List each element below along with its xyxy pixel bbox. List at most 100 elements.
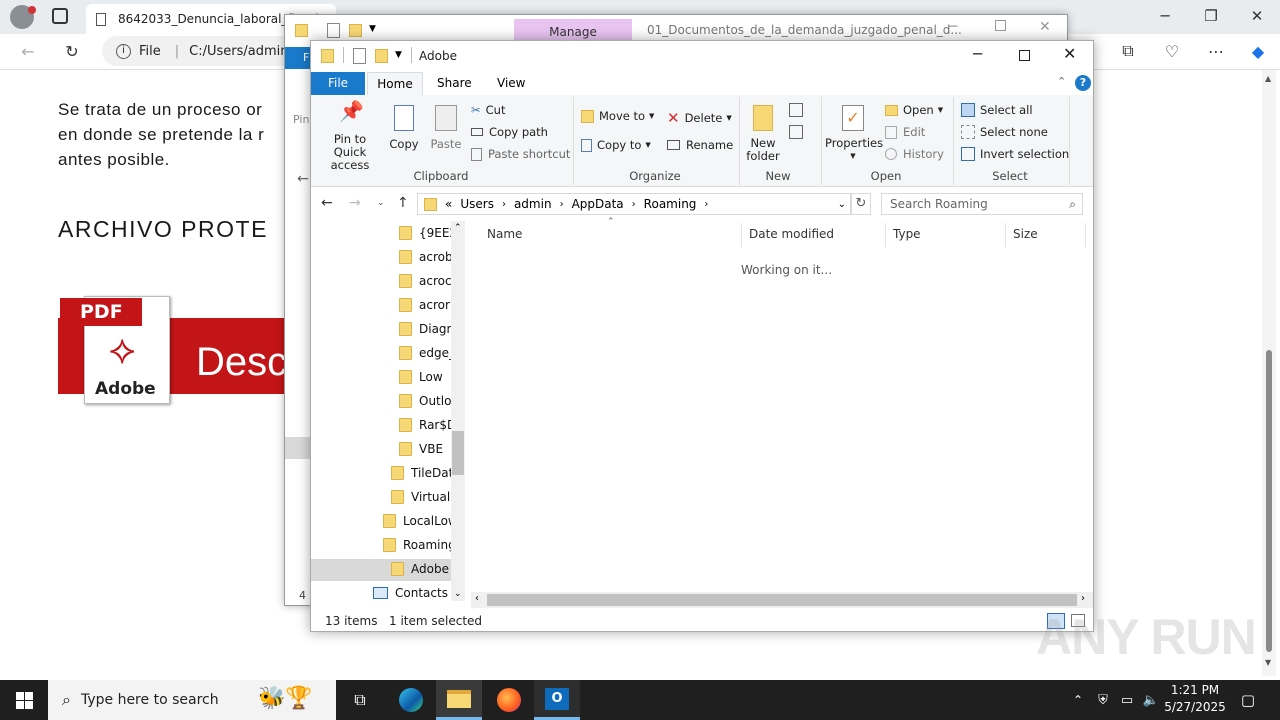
hscroll-right-icon[interactable]: ›	[1081, 593, 1085, 604]
navigation-pane[interactable]: {9EE2 acrob acroc acror Diagn edge_ Low …	[311, 221, 467, 611]
cut-button[interactable]: ✂ Cut	[471, 103, 505, 117]
back-newfolder-icon[interactable]	[349, 24, 362, 37]
start-button[interactable]	[0, 680, 48, 720]
tree-item-selected[interactable]: Adobe	[391, 557, 451, 581]
scroll-up-icon[interactable]: ▲	[1265, 74, 1271, 83]
nav-forward-icon[interactable]: →	[349, 195, 361, 211]
browser-close-icon[interactable]: ✕	[1234, 0, 1280, 32]
tree-item[interactable]: acror	[399, 293, 451, 317]
help-icon[interactable]: ?	[1075, 75, 1091, 91]
tree-item[interactable]: VBE	[399, 437, 451, 461]
back-close-icon[interactable]: ✕	[1039, 19, 1051, 35]
tree-item[interactable]: LocalLow	[383, 509, 451, 533]
volume-tray-icon[interactable]: 🔈	[1140, 680, 1162, 720]
qat-dropdown-icon[interactable]: ▼	[395, 50, 402, 60]
column-type[interactable]: Type	[893, 227, 921, 241]
outlook-taskbar-icon[interactable]: O	[534, 680, 580, 720]
copy-path-button[interactable]: Copy path	[471, 125, 548, 139]
copy-to-button[interactable]: Copy to ▼	[581, 138, 651, 152]
firefox-taskbar-icon[interactable]	[486, 680, 532, 720]
back-properties-icon[interactable]	[327, 23, 340, 38]
taskbar-search[interactable]: ⌕ Type here to search 🐝🏆	[48, 680, 336, 720]
copy-button[interactable]: Copy	[387, 105, 421, 151]
nav-scroll-thumb[interactable]	[452, 431, 464, 475]
back-maximize-icon[interactable]	[995, 20, 1006, 31]
tab-file[interactable]: File	[311, 72, 365, 95]
tree-item[interactable]: {9EE2	[399, 221, 451, 245]
collections-icon[interactable]: ⧉	[1114, 38, 1142, 64]
delete-button[interactable]: ✕ Delete ▼	[667, 109, 732, 127]
explorer-window[interactable]: ▼ Adobe ─ ✕ File Home Share View ⌃ ? 📌 P…	[310, 40, 1094, 632]
back-qat-dropdown-icon[interactable]: ▼	[369, 24, 376, 34]
tree-item[interactable]: TileDat	[391, 461, 451, 485]
paste-shortcut-button[interactable]: Paste shortcut	[471, 147, 570, 161]
tab-actions-icon[interactable]	[52, 8, 68, 24]
tree-item[interactable]: Roaming	[383, 533, 451, 557]
open-button[interactable]: Open ▼	[885, 103, 943, 117]
breadcrumb-dropdown-icon[interactable]: ⌄	[838, 199, 846, 210]
tree-item[interactable]: Low	[399, 365, 451, 389]
browser-essentials-icon[interactable]: ♡	[1158, 38, 1186, 64]
move-to-button[interactable]: Move to ▼	[581, 109, 654, 123]
new-item-icon[interactable]	[789, 103, 803, 117]
refresh-button[interactable]: ↻	[851, 193, 871, 215]
pin-quick-access-button[interactable]: 📌 Pin to Quick access	[317, 101, 383, 172]
tab-home[interactable]: Home	[367, 72, 423, 96]
tree-item[interactable]: Rar$D	[399, 413, 451, 437]
task-view-icon[interactable]: ⧉	[340, 680, 380, 720]
address-bar[interactable]: i File | C:/Users/admin/	[102, 36, 302, 66]
taskbar-clock[interactable]: 1:21 PM 5/27/2025	[1164, 682, 1226, 718]
browser-restore-icon[interactable]: ❐	[1188, 0, 1234, 32]
network-tray-icon[interactable]: ▭	[1116, 680, 1138, 720]
scroll-thumb[interactable]	[1266, 350, 1272, 652]
copilot-icon[interactable]: ◆	[1244, 38, 1272, 64]
tree-item[interactable]: acroc	[399, 269, 451, 293]
new-folder-button[interactable]: New folder	[743, 105, 783, 163]
maximize-icon[interactable]	[1019, 50, 1030, 61]
back-back-icon[interactable]: ←	[297, 171, 309, 187]
more-icon[interactable]: ⋯	[1202, 38, 1230, 64]
breadcrumb[interactable]: « Users › admin › AppData › Roaming › ⌄	[417, 193, 851, 215]
properties-button[interactable]: ✓ Properties ▼	[825, 105, 883, 163]
history-button[interactable]: History	[885, 147, 944, 161]
page-scrollbar[interactable]: ▲ ▼	[1262, 70, 1276, 676]
nav-scroll-up-icon[interactable]: ⌃	[454, 223, 462, 233]
breadcrumb-overflow[interactable]: «	[445, 197, 452, 211]
show-hidden-icons-icon[interactable]: ⌃	[1068, 680, 1088, 720]
notifications-icon[interactable]: ▢	[1234, 680, 1262, 720]
tree-item[interactable]: Outlo	[399, 389, 451, 413]
select-none-button[interactable]: Select none	[961, 125, 1048, 139]
tab-share[interactable]: Share	[437, 76, 472, 90]
column-date-modified[interactable]: Date modified	[749, 227, 834, 241]
browser-minimize-icon[interactable]: ─	[1142, 0, 1188, 32]
nav-scroll-down-icon[interactable]: ⌄	[454, 589, 462, 599]
refresh-icon[interactable]: ↻	[58, 38, 86, 64]
rename-button[interactable]: Rename	[667, 138, 733, 152]
ribbon-collapse-icon[interactable]: ⌃	[1057, 75, 1066, 88]
content-hscrollbar[interactable]: ‹ ›	[471, 592, 1093, 608]
search-box[interactable]: Search Roaming ⌕	[881, 193, 1083, 215]
paste-button[interactable]: Paste	[427, 105, 465, 151]
back-minimize-icon[interactable]: ─	[949, 19, 957, 35]
edit-button[interactable]: Edit	[885, 125, 925, 139]
tree-item[interactable]: acrob	[399, 245, 451, 269]
minimize-icon[interactable]: ─	[973, 45, 982, 63]
qat-properties-icon[interactable]	[353, 48, 366, 64]
qat-newfolder-icon[interactable]	[375, 49, 388, 63]
nav-scrollbar[interactable]: ⌃ ⌄	[451, 221, 465, 601]
column-name[interactable]: Name	[487, 227, 522, 241]
breadcrumb-users[interactable]: Users	[460, 197, 494, 211]
security-tray-icon[interactable]: ⛨	[1092, 680, 1114, 720]
nav-up-icon[interactable]: ↑	[397, 195, 409, 211]
invert-selection-button[interactable]: Invert selection	[961, 147, 1069, 161]
tab-view[interactable]: View	[497, 76, 525, 90]
easy-access-icon[interactable]	[789, 125, 803, 139]
scroll-down-icon[interactable]: ▼	[1265, 658, 1271, 667]
back-file-tab[interactable]: F	[285, 47, 311, 69]
hscroll-thumb[interactable]	[487, 594, 1077, 606]
recent-locations-icon[interactable]: ⌄	[377, 198, 385, 208]
edge-taskbar-icon[interactable]	[388, 680, 434, 720]
column-size[interactable]: Size	[1013, 227, 1038, 241]
nav-back-icon[interactable]: ←	[321, 195, 333, 211]
back-icon[interactable]: ←	[14, 38, 42, 64]
